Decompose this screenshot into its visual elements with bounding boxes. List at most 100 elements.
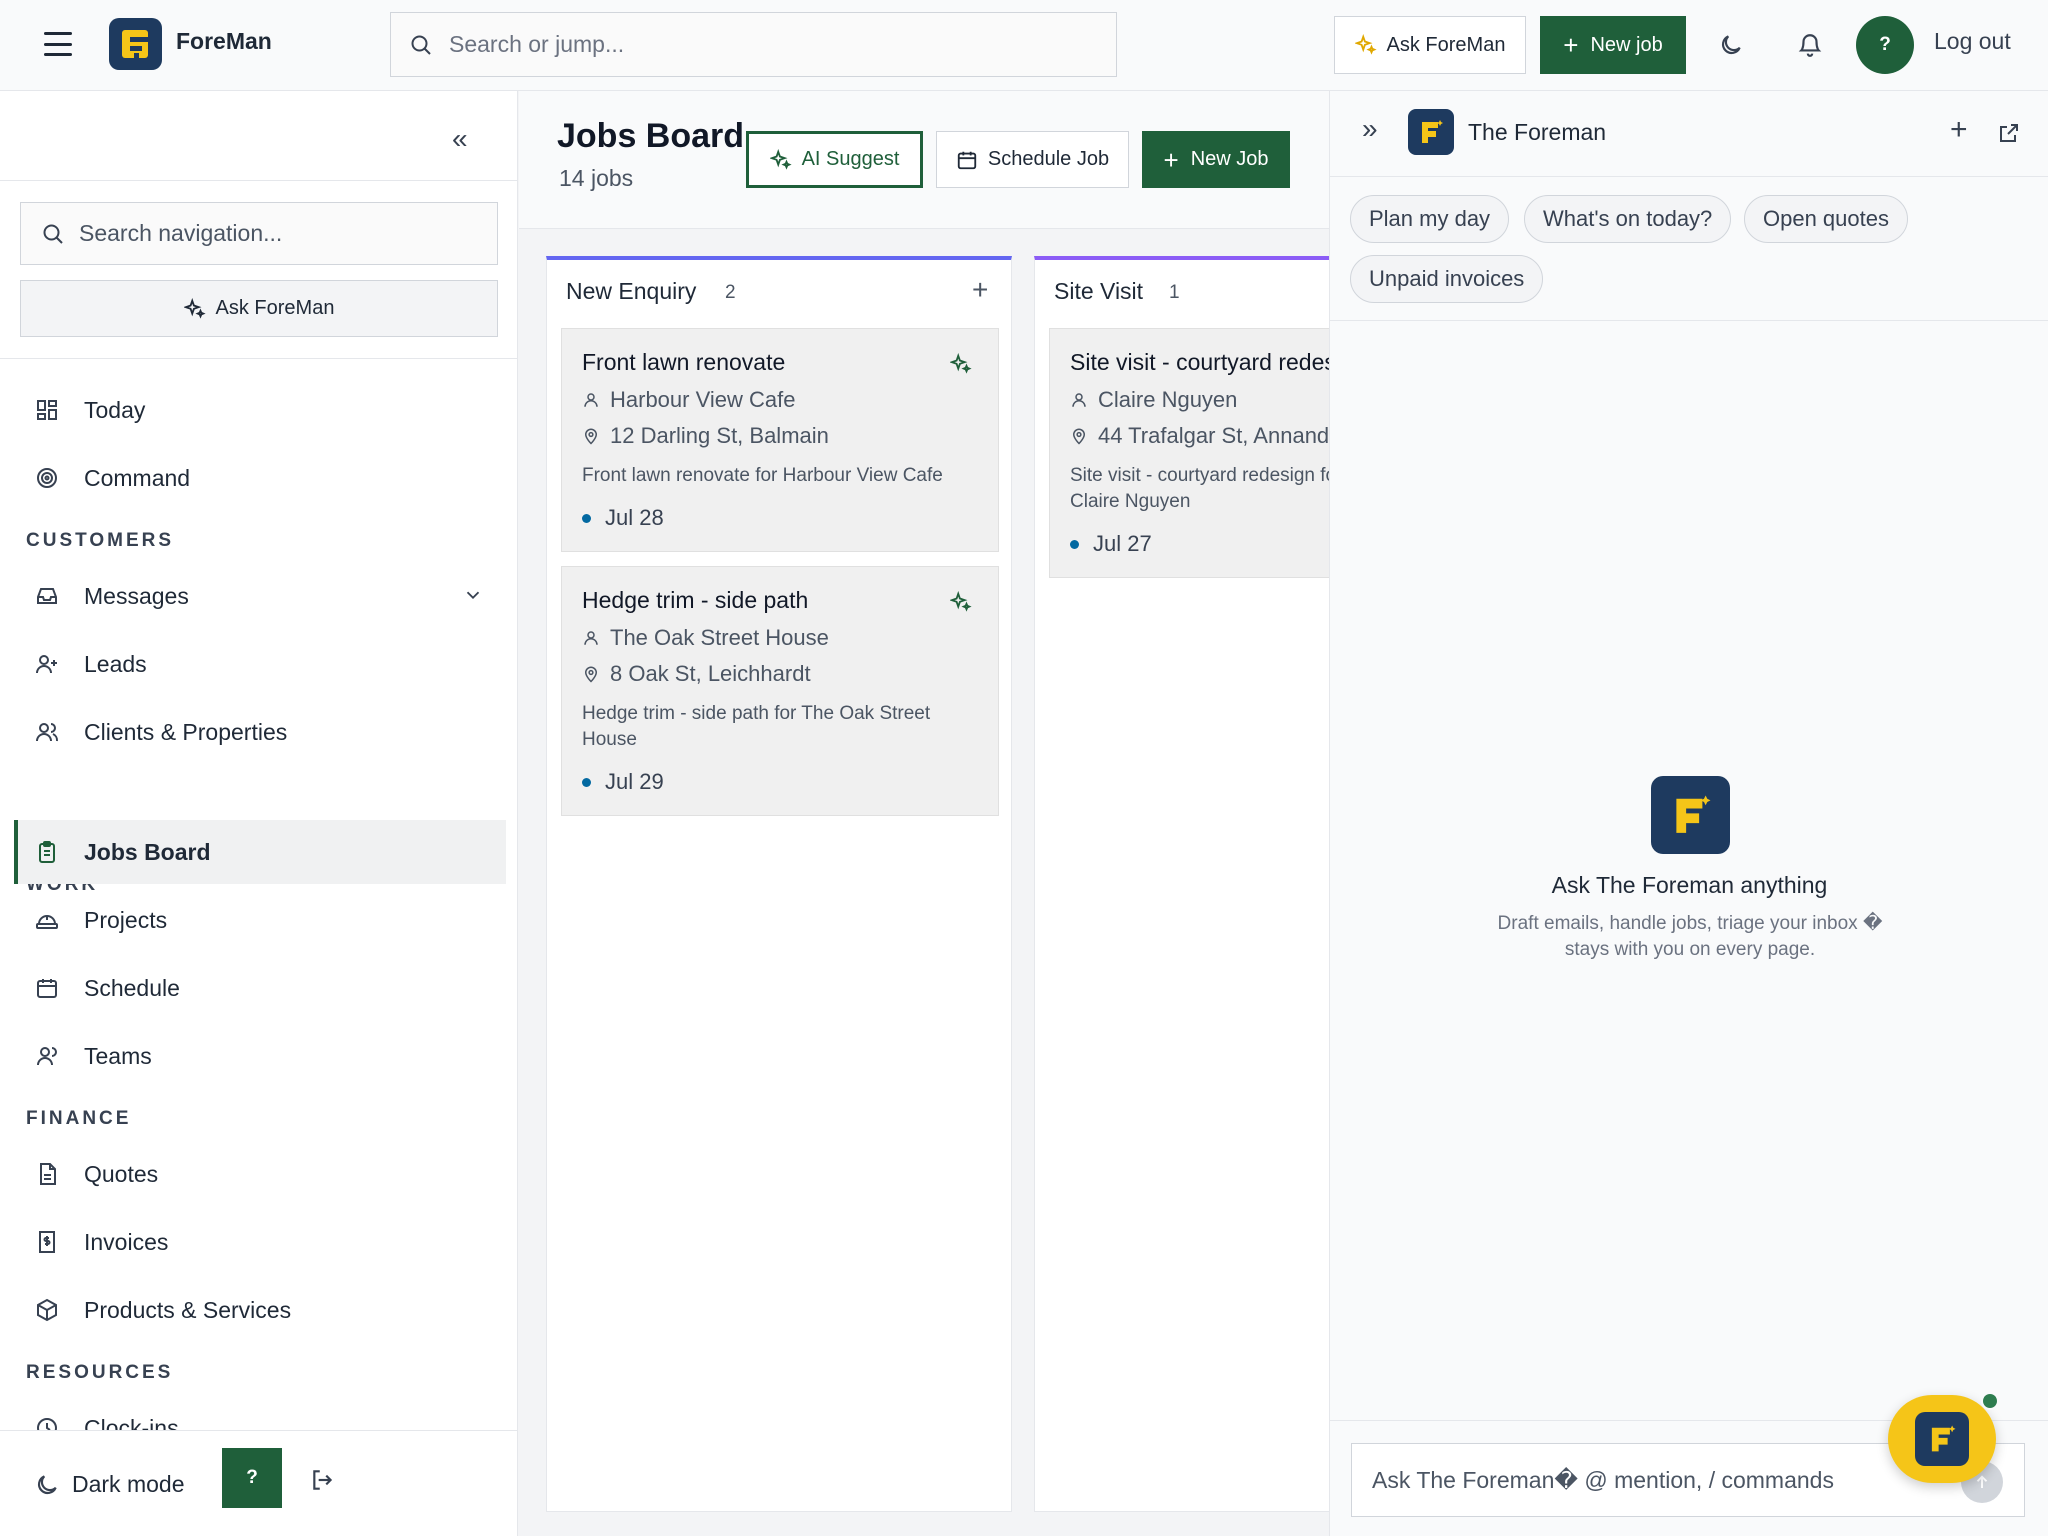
suggestion-chip-whats-on-today[interactable]: What's on today?: [1524, 195, 1732, 243]
sidebar-item-label: Leads: [84, 650, 147, 677]
user-avatar[interactable]: ?: [1856, 16, 1914, 74]
new-job-button[interactable]: + New Job: [1142, 131, 1290, 188]
assistant-divider: [1330, 320, 2048, 321]
sidebar-item-label: Products & Services: [84, 1296, 292, 1323]
sidebar-item-jobs-board[interactable]: Jobs Board: [14, 820, 506, 884]
sparkles-icon: [183, 297, 206, 319]
sidebar-footer: Dark mode ?: [0, 1430, 517, 1536]
sidebar-item-label: Command: [84, 464, 191, 491]
new-job-label: New Job: [1190, 148, 1269, 170]
new-job-top-button[interactable]: + New job: [1540, 16, 1686, 74]
suggestion-chip-plan-my-day[interactable]: Plan my day: [1350, 195, 1510, 243]
user-plus-icon: [34, 651, 60, 677]
nav-search[interactable]: [20, 202, 498, 265]
global-search-input[interactable]: [449, 31, 1089, 58]
collapse-sidebar-icon[interactable]: «: [452, 123, 468, 155]
calendar-icon: [957, 151, 977, 169]
page-title: Jobs Board: [557, 117, 745, 155]
new-job-top-label: New job: [1590, 33, 1663, 56]
sidebar-item-messages[interactable]: Messages: [14, 564, 506, 628]
sidebar-item-label: Quotes: [84, 1160, 159, 1187]
sparkles-icon: [1354, 34, 1377, 55]
column-count: 1: [1169, 282, 1180, 303]
ask-foreman-button[interactable]: Ask ForeMan: [1334, 16, 1526, 74]
sidebar-item-label: Clients & Properties: [84, 718, 288, 745]
job-card-date: Jul 27: [1070, 531, 1152, 557]
status-dot: [582, 513, 591, 523]
global-search[interactable]: [390, 12, 1117, 77]
board-column-site-visit: Site Visit 1 Site visit - courtyard rede…: [1034, 256, 1329, 1512]
board-column-new-enquiry: New Enquiry 2 + Front lawn renovate Harb…: [546, 256, 1012, 1512]
sidebar-item-teams[interactable]: Teams: [14, 1024, 506, 1088]
external-link-icon[interactable]: [1997, 121, 2021, 145]
collapse-panel-icon[interactable]: »: [1362, 113, 1378, 145]
sidebar-item-command[interactable]: Command: [14, 446, 506, 510]
clipboard-icon: [34, 839, 60, 865]
section-label-customers: CUSTOMERS: [26, 530, 175, 551]
sidebar-item-label: Invoices: [84, 1228, 169, 1255]
section-label-resources: RESOURCES: [26, 1362, 174, 1383]
dark-mode-toggle[interactable]: Dark mode: [34, 1471, 184, 1498]
sparkles-icon[interactable]: [950, 591, 972, 613]
job-count: 14 jobs: [559, 165, 634, 191]
nav-search-input[interactable]: [79, 220, 479, 247]
sidebar-item-clients-properties[interactable]: Clients & Properties: [14, 700, 506, 764]
calendar-icon: [34, 975, 60, 1001]
sidebar-item-label: Messages: [84, 582, 189, 609]
dashboard-icon: [34, 397, 60, 423]
add-card-icon[interactable]: +: [972, 274, 988, 306]
hardhat-icon: [34, 907, 60, 933]
assistant-panel: » The Foreman + Plan my day What's on to…: [1329, 91, 2048, 1536]
bell-icon[interactable]: [1797, 32, 1823, 58]
job-card-date: Jul 29: [582, 769, 664, 795]
foreman-fab-button[interactable]: [1888, 1395, 1996, 1483]
sidebar-item-products-services[interactable]: Products & Services: [14, 1278, 506, 1342]
job-card[interactable]: Site visit - courtyard redesign Claire N…: [1049, 328, 1329, 578]
target-icon: [34, 465, 60, 491]
schedule-job-button[interactable]: Schedule Job: [936, 131, 1129, 188]
sidebar-item-invoices[interactable]: Invoices: [14, 1210, 506, 1274]
search-icon: [43, 224, 63, 244]
sidebar-item-leads[interactable]: Leads: [14, 632, 506, 696]
location-pin-icon: [1072, 428, 1086, 445]
chevron-down-icon[interactable]: [462, 584, 484, 606]
sidebar-item-label: Jobs Board: [84, 838, 211, 865]
sidebar-item-schedule[interactable]: Schedule: [14, 956, 506, 1020]
sidebar-item-today[interactable]: Today: [14, 378, 506, 442]
ask-foreman-label: Ask ForeMan: [1386, 33, 1506, 56]
moon-icon[interactable]: [1718, 32, 1744, 58]
sidebar-item-label: Schedule: [84, 974, 180, 1001]
sign-out-icon[interactable]: [310, 1467, 336, 1493]
empty-state-subtitle: Draft emails, handle jobs, triage your i…: [1497, 913, 1883, 960]
sidebar-item-projects[interactable]: Projects: [14, 888, 506, 952]
foreman-logo-icon[interactable]: [109, 18, 162, 70]
help-button[interactable]: ?: [222, 1448, 282, 1508]
person-icon: [584, 631, 598, 645]
job-card-title: Hedge trim - side path: [582, 587, 809, 613]
job-card-client: Harbour View Cafe: [582, 387, 795, 413]
notification-dot: [1981, 1392, 1999, 1410]
suggestion-chip-open-quotes[interactable]: Open quotes: [1744, 195, 1908, 243]
job-card-date: Jul 28: [582, 505, 664, 531]
new-chat-icon[interactable]: +: [1950, 113, 1968, 147]
ai-suggest-button[interactable]: AI Suggest: [746, 131, 923, 188]
search-icon: [411, 35, 431, 55]
dark-mode-label: Dark mode: [72, 1471, 185, 1497]
menu-icon[interactable]: [44, 30, 72, 58]
foreman-assistant-logo-icon: [1408, 109, 1454, 155]
ask-foreman-sidebar-button[interactable]: Ask ForeMan: [20, 280, 498, 337]
sparkles-icon[interactable]: [950, 353, 972, 375]
job-card-client: Claire Nguyen: [1070, 387, 1237, 413]
job-card[interactable]: Front lawn renovate Harbour View Cafe 12…: [561, 328, 999, 552]
job-card-description: Site visit - courtyard redesign for Clai…: [1070, 465, 1329, 512]
suggestion-chip-unpaid-invoices[interactable]: Unpaid invoices: [1350, 255, 1544, 303]
sidebar-item-quotes[interactable]: Quotes: [14, 1142, 506, 1206]
plus-icon: +: [1563, 30, 1579, 60]
sidebar: « Ask ForeMan Today Command CUSTOMERS Me…: [0, 91, 518, 1536]
logout-link[interactable]: Log out: [1934, 28, 2011, 55]
empty-state-title: Ask The Foreman anything: [1551, 872, 1828, 898]
package-icon: [34, 1297, 60, 1323]
job-card[interactable]: Hedge trim - side path The Oak Street Ho…: [561, 566, 999, 816]
sidebar-item-label: Teams: [84, 1042, 152, 1069]
assistant-input[interactable]: [1372, 1466, 1932, 1494]
